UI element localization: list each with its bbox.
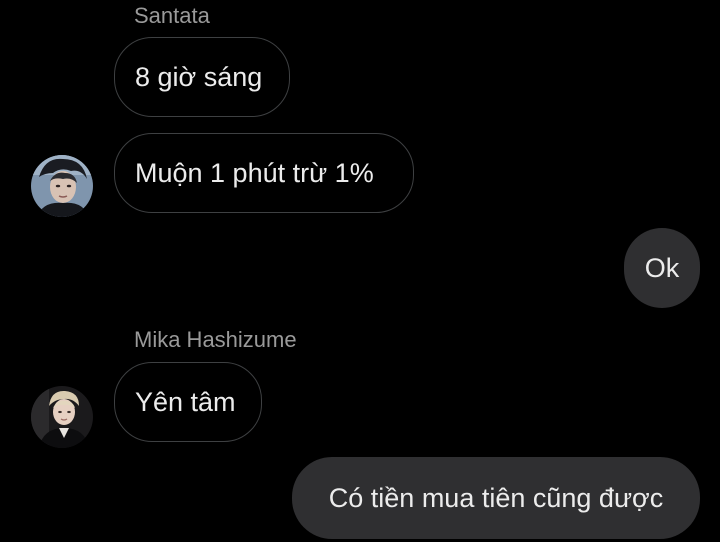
sender-name-santata: Santata xyxy=(134,3,210,28)
profile-photo-icon xyxy=(31,386,93,448)
message-text: Ok xyxy=(644,252,680,283)
message-bubble-incoming[interactable]: 8 giờ sáng xyxy=(114,37,290,117)
avatar-mika[interactable] xyxy=(31,386,93,448)
profile-photo-icon xyxy=(31,155,93,217)
avatar-santata[interactable] xyxy=(31,155,93,217)
message-bubble-outgoing[interactable]: Có tiền mua tiên cũng được xyxy=(292,457,700,539)
message-text: Muộn 1 phút trừ 1% xyxy=(135,157,374,188)
message-text: 8 giờ sáng xyxy=(135,61,263,92)
message-text: Yên tâm xyxy=(135,386,236,417)
message-bubble-incoming[interactable]: Muộn 1 phút trừ 1% xyxy=(114,133,414,213)
sender-name-mika: Mika Hashizume xyxy=(134,327,297,352)
message-bubble-outgoing[interactable]: Ok xyxy=(624,228,700,308)
message-bubble-incoming[interactable]: Yên tâm xyxy=(114,362,262,442)
message-text: Có tiền mua tiên cũng được xyxy=(328,482,664,513)
